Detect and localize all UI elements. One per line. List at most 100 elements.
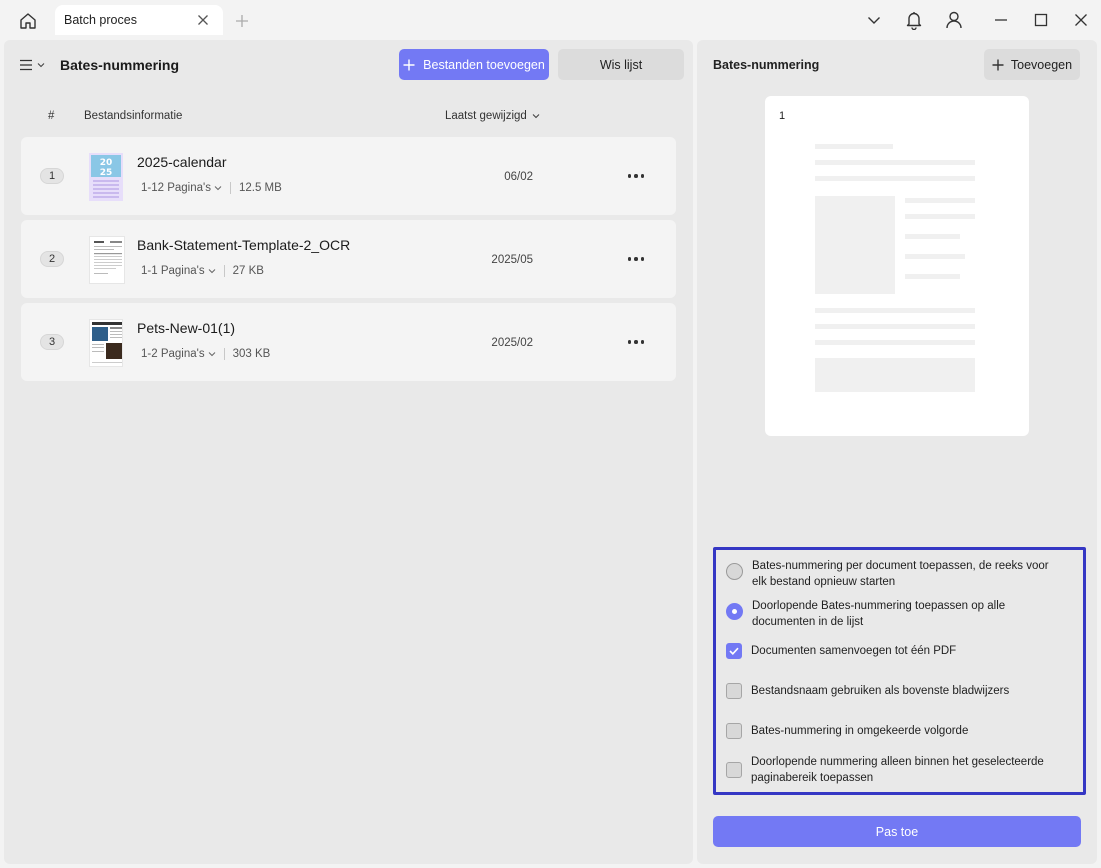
placeholder-line xyxy=(815,340,975,345)
chevron-down-icon xyxy=(214,186,222,191)
file-size: 27 KB xyxy=(232,265,264,277)
chevron-down-icon xyxy=(208,269,215,274)
placeholder-line xyxy=(905,274,960,279)
more-icon xyxy=(627,340,632,344)
user-icon xyxy=(946,11,962,29)
more-icon-dot xyxy=(634,340,638,344)
minimize-button[interactable] xyxy=(988,8,1014,32)
close-icon xyxy=(198,15,208,25)
placeholder-line xyxy=(815,176,975,181)
panel-title: Bates-nummering xyxy=(713,58,820,72)
file-date: 06/02 xyxy=(504,171,533,183)
column-header-number: # xyxy=(48,110,55,122)
page-range: 1-12 Pagina's xyxy=(141,182,211,194)
apply-button[interactable]: Pas toe xyxy=(713,816,1081,847)
add-files-label: Bestanden toevoegen xyxy=(423,57,545,72)
svg-text:20: 20 xyxy=(100,158,113,168)
add-bates-button[interactable]: Toevoegen xyxy=(984,49,1080,80)
placeholder-line xyxy=(815,144,893,149)
home-button[interactable] xyxy=(14,9,42,33)
close-window-button[interactable] xyxy=(1068,8,1094,32)
divider xyxy=(229,182,231,194)
svg-text:25: 25 xyxy=(100,168,113,178)
placeholder-line xyxy=(815,160,975,165)
row-index: 2 xyxy=(40,251,64,267)
more-icon xyxy=(627,257,632,261)
tab-close-button[interactable] xyxy=(195,12,211,28)
add-bates-label: Toevoegen xyxy=(1010,57,1073,72)
plus-icon xyxy=(403,59,415,70)
option-label: Doorlopende nummering alleen binnen het … xyxy=(751,756,1044,784)
plus-icon xyxy=(236,15,248,27)
bates-options-group: Bates-nummering per document toepassen, … xyxy=(713,547,1086,795)
add-files-button[interactable]: Bestanden toevoegen xyxy=(399,49,549,80)
new-tab-button[interactable] xyxy=(232,11,252,31)
more-options-button[interactable] xyxy=(625,250,647,268)
option-label: Documenten samenvoegen tot één PDF xyxy=(751,645,957,657)
chevron-down-icon xyxy=(208,352,215,357)
chevron-down-icon xyxy=(868,17,880,24)
more-icon-dot xyxy=(640,340,645,344)
clear-list-button[interactable]: Wis lijst xyxy=(558,49,684,80)
maximize-icon xyxy=(1034,13,1048,27)
file-thumbnail xyxy=(89,236,125,284)
tab-batch-process[interactable]: Batch proces xyxy=(55,5,223,35)
placeholder-line xyxy=(905,234,960,239)
notifications-button[interactable] xyxy=(901,8,927,32)
file-thumbnail: 20 25 xyxy=(89,153,123,201)
radio-per-document[interactable] xyxy=(726,563,743,580)
option-filename-bookmarks[interactable]: Bestandsnaam gebruiken als bovenste blad… xyxy=(726,683,1061,700)
file-thumbnail xyxy=(89,319,123,367)
account-button[interactable] xyxy=(941,8,967,32)
more-icon xyxy=(627,174,632,178)
dropdown-button[interactable] xyxy=(861,8,887,32)
page-range: 1-2 Pagina's xyxy=(141,348,205,360)
option-reverse-order[interactable]: Bates-nummering in omgekeerde volgorde xyxy=(726,723,1061,740)
file-name: Bank-Statement-Template-2_OCR xyxy=(137,237,351,253)
divider xyxy=(223,265,225,277)
preview-bates-number: 1 xyxy=(779,110,786,122)
placeholder-line xyxy=(815,324,975,329)
chevron-down-icon xyxy=(37,63,45,68)
menu-button[interactable] xyxy=(19,56,49,74)
file-size: 303 KB xyxy=(232,348,271,360)
checkbox-filename-bookmarks[interactable] xyxy=(726,683,742,699)
file-meta: 1-2 Pagina's 303 KB xyxy=(141,348,270,360)
table-row[interactable]: 1 20 25 2025-calendar 1-12 Pagina's 12.5… xyxy=(21,137,676,215)
placeholder-line xyxy=(905,198,975,203)
more-options-button[interactable] xyxy=(625,167,647,185)
maximize-button[interactable] xyxy=(1028,8,1054,32)
more-icon-dot xyxy=(634,257,638,261)
checkbox-reverse-order[interactable] xyxy=(726,723,742,739)
column-header-last-modified[interactable]: Laatst gewijzigd xyxy=(445,110,540,122)
option-per-document[interactable]: Bates-nummering per document toepassen, … xyxy=(726,559,1062,590)
column-header-last-modified-label: Laatst gewijzigd xyxy=(445,110,527,122)
page-range-select[interactable]: 1-2 Pagina's xyxy=(141,348,216,360)
close-icon xyxy=(1075,14,1087,26)
more-options-button[interactable] xyxy=(625,333,647,351)
page-range-select[interactable]: 1-12 Pagina's xyxy=(141,182,222,194)
option-selected-range[interactable]: Doorlopende nummering alleen binnen het … xyxy=(726,755,1061,786)
table-row[interactable]: 2 Bank-Statement-Template-2_OCR 1-1 Pagi… xyxy=(21,220,676,298)
file-size: 12.5 MB xyxy=(238,182,282,194)
file-meta: 1-1 Pagina's 27 KB xyxy=(141,265,264,277)
option-label: Bates-nummering per document toepassen, … xyxy=(752,560,1049,588)
checkbox-selected-range[interactable] xyxy=(726,762,742,778)
plus-icon xyxy=(992,59,1004,70)
tab-label: Batch proces xyxy=(64,13,137,27)
option-merge-pdf[interactable]: Documenten samenvoegen tot één PDF xyxy=(726,643,1061,660)
option-label: Bates-nummering in omgekeerde volgorde xyxy=(751,725,969,737)
page-title: Bates-nummering xyxy=(60,57,180,73)
more-icon-dot xyxy=(634,174,638,178)
chevron-down-icon xyxy=(532,114,540,119)
checkbox-merge-pdf[interactable] xyxy=(726,643,742,659)
file-date: 2025/05 xyxy=(491,254,533,266)
menu-icon xyxy=(20,59,32,71)
more-icon-dot xyxy=(640,174,645,178)
row-index: 1 xyxy=(40,168,64,184)
page-range-select[interactable]: 1-1 Pagina's xyxy=(141,265,216,277)
radio-continuous[interactable] xyxy=(726,603,743,620)
option-continuous[interactable]: Doorlopende Bates-nummering toepassen op… xyxy=(726,599,1062,630)
placeholder-block xyxy=(815,358,975,392)
table-row[interactable]: 3 Pets-New-01(1) 1-2 Pagina's 303 KB 202… xyxy=(21,303,676,381)
